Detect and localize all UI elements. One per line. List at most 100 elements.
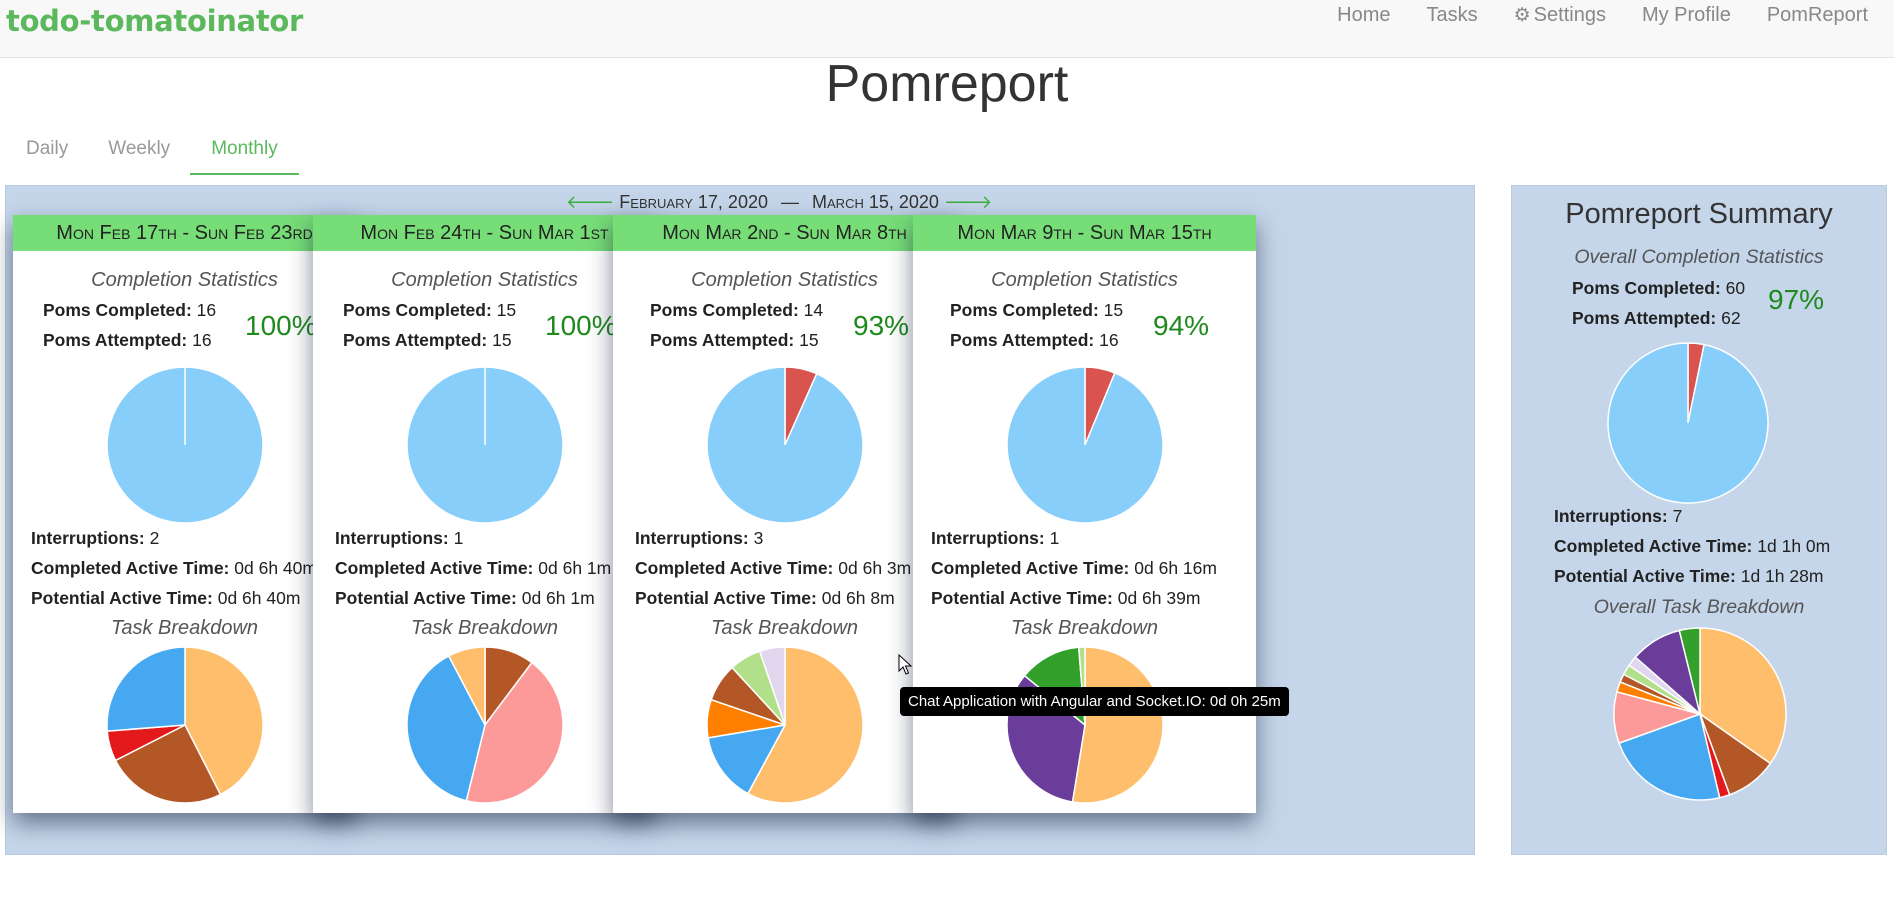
completion-pie-chart (106, 366, 264, 524)
completed-active-time-label: Completed Active Time: (31, 558, 230, 578)
poms-attempted-label: Poms Attempted: (1572, 308, 1717, 328)
week-card: Mon Mar 2nd - Sun Mar 8th Completion Sta… (613, 215, 956, 813)
completion-pie-chart (1006, 366, 1164, 524)
interruptions-label: Interruptions: (1554, 506, 1668, 526)
completion-percent: 94% (1153, 310, 1210, 341)
date-range-end: March 15, 2020 (812, 192, 939, 212)
week-card-header: Mon Mar 9th - Sun Mar 15th (913, 215, 1256, 251)
completed-active-time: Completed Active Time: 0d 6h 3m (635, 558, 911, 579)
poms-completed: Poms Completed: 14 (650, 300, 823, 321)
interruptions: Interruptions: 3 (635, 528, 763, 549)
poms-completed: Poms Completed: 15 (343, 300, 516, 321)
completed-active-time-value: 1d 1h 0m (1757, 536, 1831, 556)
poms-completed-label: Poms Completed: (1572, 278, 1721, 298)
interruptions-label: Interruptions: (335, 528, 449, 548)
completion-pie-slice-1[interactable] (1006, 366, 1164, 524)
poms-completed-value: 15 (496, 300, 517, 320)
week-card-header: Mon Feb 24th - Sun Mar 1st (313, 215, 656, 251)
summary-completion-percent: 97% (1768, 284, 1825, 315)
poms-attempted: Poms Attempted: 15 (650, 330, 819, 351)
potential-active-time: Potential Active Time: 0d 6h 1m (335, 588, 595, 609)
navbar: todo-tomatoinator Home Tasks ⚙ Settings M… (0, 0, 1894, 58)
next-arrow-icon[interactable]: 🡒 (944, 192, 992, 212)
completion-statistics-title: Completion Statistics (91, 269, 278, 291)
pie-slice-tooltip: Chat Application with Angular and Socket… (900, 687, 1289, 716)
summary-potential-active-time: Potential Active Time: 1d 1h 28m (1554, 566, 1823, 587)
tab-weekly[interactable]: Weekly (88, 130, 190, 175)
summary-task-breakdown-pie-chart (1613, 627, 1787, 801)
task-breakdown-title: Task Breakdown (710, 617, 859, 639)
completion-statistics-title: Completion Statistics (991, 269, 1178, 291)
interruptions: Interruptions: 2 (31, 528, 159, 549)
poms-completed-value: 60 (1725, 278, 1746, 298)
potential-active-time-label: Potential Active Time: (931, 588, 1113, 608)
potential-active-time-value: 0d 6h 39m (1117, 588, 1201, 608)
completed-active-time-value: 0d 6h 40m (234, 558, 317, 578)
task-breakdown-title: Task Breakdown (110, 617, 259, 639)
poms-completed-label: Poms Completed: (43, 300, 192, 320)
completion-pie-chart (706, 366, 864, 524)
monthly-report-panel: 🡐 February 17, 2020 — March 15, 2020 🡒 M… (5, 185, 1475, 855)
tab-daily[interactable]: Daily (6, 130, 88, 175)
nav-pomreport[interactable]: PomReport (1749, 4, 1886, 27)
summary-poms-completed: Poms Completed: 60 (1572, 278, 1745, 299)
interruptions-value: 2 (149, 528, 160, 548)
poms-attempted-label: Poms Attempted: (950, 330, 1095, 350)
nav-home[interactable]: Home (1319, 4, 1408, 27)
interruptions-label: Interruptions: (635, 528, 749, 548)
task-breakdown-pie-chart (406, 646, 564, 804)
poms-attempted: Poms Attempted: 15 (343, 330, 512, 351)
potential-active-time: Potential Active Time: 0d 6h 39m (931, 588, 1200, 609)
overall-completion-title: Overall Completion Statistics (1574, 246, 1824, 268)
completion-percent: 100% (245, 310, 317, 341)
interruptions-value: 1 (1049, 528, 1060, 548)
completed-active-time-label: Completed Active Time: (335, 558, 534, 578)
task-breakdown-pie-chart (106, 646, 264, 804)
potential-active-time-value: 0d 6h 40m (217, 588, 301, 608)
completion-statistics-title: Completion Statistics (691, 269, 878, 291)
completion-statistics-title: Completion Statistics (391, 269, 578, 291)
completed-active-time: Completed Active Time: 0d 6h 16m (931, 558, 1217, 579)
tab-monthly[interactable]: Monthly (190, 130, 299, 175)
interruptions: Interruptions: 1 (335, 528, 463, 549)
brand-logo[interactable]: todo-tomatoinator (6, 4, 303, 38)
poms-completed-value: 16 (196, 300, 217, 320)
summary-completed-active-time: Completed Active Time: 1d 1h 0m (1554, 536, 1830, 557)
gear-icon: ⚙ (1513, 5, 1531, 26)
summary-title: Pomreport Summary (1565, 198, 1833, 230)
interruptions-label: Interruptions: (931, 528, 1045, 548)
task-breakdown-pie-chart (1006, 646, 1164, 804)
nav-tasks[interactable]: Tasks (1409, 4, 1496, 27)
poms-attempted-value: 15 (799, 330, 819, 350)
potential-active-time-value: 0d 6h 8m (821, 588, 895, 608)
summary-completion-pie-chart (1607, 342, 1769, 504)
task-pie-slice-3[interactable] (106, 646, 186, 732)
task-breakdown-pie-chart (706, 646, 864, 804)
week-card-header: Mon Mar 2nd - Sun Mar 8th (613, 215, 956, 251)
task-breakdown-title: Task Breakdown (410, 617, 559, 639)
completed-active-time-label: Completed Active Time: (931, 558, 1130, 578)
interruptions: Interruptions: 1 (931, 528, 1059, 549)
poms-completed-value: 15 (1103, 300, 1124, 320)
summary-completion-pie-slice-1[interactable] (1607, 342, 1769, 504)
overall-task-title: Overall Task Breakdown (1593, 596, 1805, 618)
potential-active-time-label: Potential Active Time: (635, 588, 817, 608)
poms-completed-label: Poms Completed: (343, 300, 492, 320)
potential-active-time-value: 1d 1h 28m (1740, 566, 1824, 586)
week-card: Mon Feb 24th - Sun Mar 1st Completion St… (313, 215, 656, 813)
nav-settings[interactable]: ⚙ Settings (1496, 4, 1624, 27)
prev-arrow-icon[interactable]: 🡐 (566, 192, 614, 212)
page-title: Pomreport (825, 55, 1069, 113)
completed-active-time-value: 0d 6h 3m (838, 558, 912, 578)
completion-pie-chart (406, 366, 564, 524)
poms-attempted-value: 16 (192, 330, 212, 350)
interruptions-value: 3 (753, 528, 764, 548)
nav-settings-label: Settings (1533, 4, 1606, 26)
task-pie-slice-0[interactable] (1071, 646, 1164, 804)
nav-my-profile[interactable]: My Profile (1624, 4, 1749, 27)
poms-attempted: Poms Attempted: 16 (950, 330, 1119, 351)
report-tabs: Daily Weekly Monthly (6, 130, 299, 175)
week-card: Mon Mar 9th - Sun Mar 15th Completion St… (913, 215, 1256, 813)
poms-attempted-value: 16 (1099, 330, 1119, 350)
completion-pie-slice-1[interactable] (706, 366, 864, 524)
